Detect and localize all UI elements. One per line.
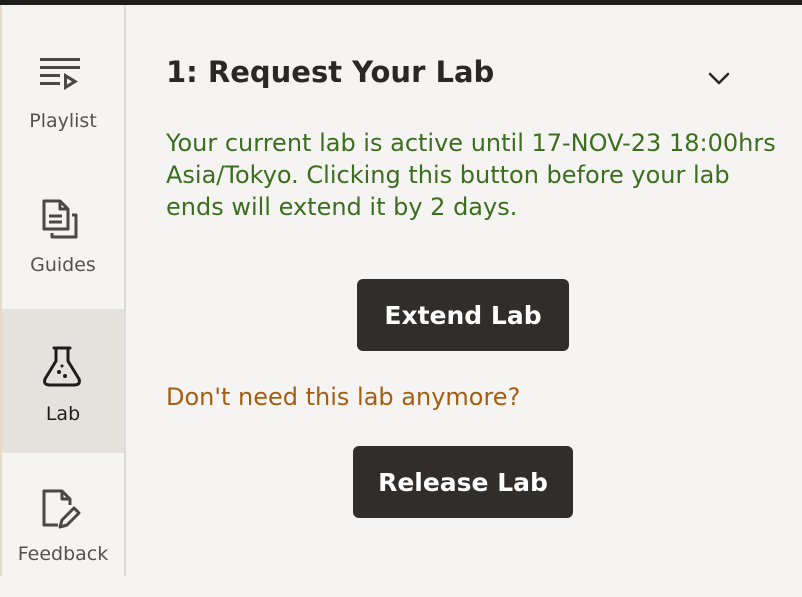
- sidebar-item-lab[interactable]: Lab: [2, 309, 124, 453]
- sidebar-item-playlist[interactable]: Playlist: [2, 5, 124, 149]
- sidebar-item-label: Playlist: [29, 110, 97, 132]
- lab-panel: 1: Request Your Lab Your current lab is …: [126, 5, 802, 576]
- sidebar-item-label: Lab: [45, 403, 81, 425]
- sidebar-item-label: Feedback: [17, 543, 109, 565]
- section-title: 1: Request Your Lab: [166, 55, 495, 89]
- guides-icon: [42, 199, 78, 239]
- extend-lab-button[interactable]: Extend Lab: [357, 279, 569, 351]
- sidebar-item-label: Guides: [30, 254, 96, 276]
- sidebar-item-feedback[interactable]: Feedback: [2, 453, 124, 597]
- release-question: Don't need this lab anymore?: [166, 383, 521, 411]
- lab-status-message: Your current lab is active until 17-NOV-…: [166, 129, 776, 221]
- sidebar: Playlist Guides Lab Feedback: [2, 5, 126, 576]
- feedback-icon: [42, 489, 81, 529]
- release-lab-button[interactable]: Release Lab: [353, 446, 573, 518]
- lab-flask-icon: [43, 346, 81, 387]
- playlist-icon: [40, 58, 80, 90]
- chevron-down-icon[interactable]: [706, 65, 732, 91]
- sidebar-item-guides[interactable]: Guides: [2, 149, 124, 293]
